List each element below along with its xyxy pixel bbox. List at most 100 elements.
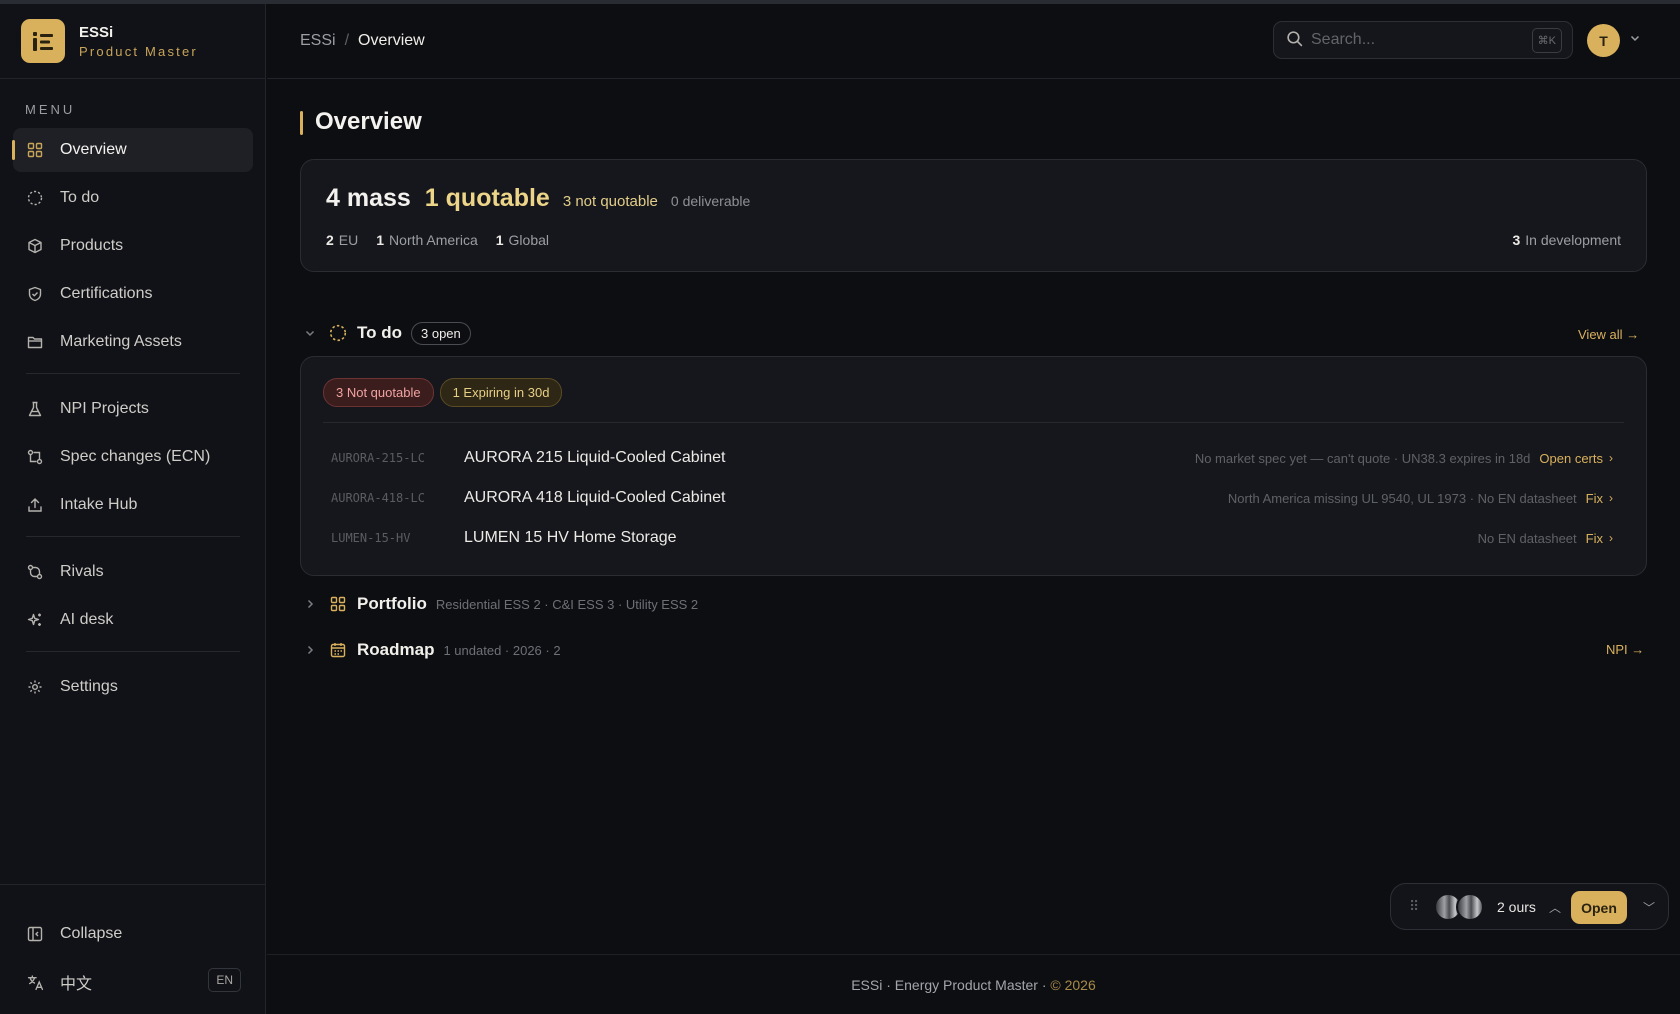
quotable-count: 1 quotable <box>424 184 550 212</box>
sidebar-item-spec-changes[interactable]: Spec changes (ECN) <box>13 435 253 479</box>
sidebar-item-settings[interactable]: Settings <box>13 665 253 709</box>
table-row[interactable]: AURORA-418-LC AURORA 418 Liquid-Cooled C… <box>301 478 1646 518</box>
product-sku: LUMEN-15-HV <box>331 531 411 545</box>
chevron-right-icon: › <box>1609 451 1613 465</box>
nav-divider <box>26 651 240 652</box>
product-name[interactable]: AURORA 215 Liquid-Cooled Cabinet <box>464 449 725 467</box>
product-sku: AURORA-215-LC <box>331 451 425 465</box>
language-switcher[interactable]: 中文 EN <box>0 958 266 1006</box>
todo-filter-tags: 3 Not quotable 1 Expiring in 30d <box>323 378 563 407</box>
fix-link[interactable]: Fix <box>1586 491 1603 506</box>
dashed-circle-icon <box>328 323 348 343</box>
sidebar-collapse-icon <box>26 925 44 943</box>
region-breakdown: 2 EU 1 North America 1 Global <box>326 232 549 248</box>
sidebar-item-rivals[interactable]: Rivals <box>13 550 253 594</box>
breadcrumb-separator: / <box>344 32 350 49</box>
breadcrumb: ESSi / Overview <box>300 32 425 50</box>
table-row[interactable]: AURORA-215-LC AURORA 215 Liquid-Cooled C… <box>301 438 1646 478</box>
region-north-america: 1 North America <box>376 232 478 248</box>
translate-icon <box>26 973 44 991</box>
breadcrumb-root[interactable]: ESSi <box>300 32 336 49</box>
drag-handle-icon[interactable]: ⠿ <box>1409 898 1419 915</box>
grid-icon <box>328 594 348 614</box>
region-global: 1 Global <box>495 232 550 248</box>
sidebar-item-products[interactable]: Products <box>13 224 253 268</box>
sidebar-item-label: Spec changes (ECN) <box>60 448 211 465</box>
product-name[interactable]: AURORA 418 Liquid-Cooled Cabinet <box>464 489 725 507</box>
language-badge[interactable]: EN <box>208 968 241 992</box>
sidebar-item-intake-hub[interactable]: Intake Hub <box>13 483 253 527</box>
git-compare-icon <box>26 448 44 466</box>
sidebar-item-label: NPI Projects <box>60 400 149 417</box>
roadmap-title: Roadmap <box>357 640 435 659</box>
folder-icon <box>26 333 44 351</box>
collapse-label: Collapse <box>60 925 123 942</box>
arrow-right-icon: → <box>1626 327 1640 342</box>
view-all-link[interactable]: View all → <box>1578 327 1639 342</box>
todo-section-header[interactable]: To do 3 open <box>300 320 471 346</box>
sidebar-item-npi-projects[interactable]: NPI Projects <box>13 387 253 431</box>
brand[interactable]: ESSi Product Master <box>0 4 265 79</box>
sidebar-item-todo[interactable]: To do <box>13 176 253 220</box>
widget-count: 2 ours <box>1497 899 1536 915</box>
portfolio-meta: Residential ESS 2 · C&I ESS 3 · Utility … <box>435 596 699 612</box>
chevron-right-icon[interactable] <box>300 644 320 656</box>
sidebar-item-label: AI desk <box>60 611 114 628</box>
sidebar-item-label: To do <box>60 189 100 206</box>
sidebar-footer: Collapse 中文 EN <box>0 884 266 1006</box>
npi-link[interactable]: NPI → <box>1606 642 1644 657</box>
divider <box>323 422 1624 423</box>
sidebar-item-label: Intake Hub <box>60 496 138 513</box>
flask-icon <box>26 400 44 418</box>
collapse-button[interactable]: Collapse <box>0 910 266 958</box>
breadcrumb-current: Overview <box>358 32 425 49</box>
open-certs-link[interactable]: Open certs <box>1539 451 1603 466</box>
nav-divider <box>26 373 240 374</box>
summary-card: 4 mass 1 quotable 3 not quotable 0 deliv… <box>300 159 1647 272</box>
fix-link[interactable]: Fix <box>1586 531 1603 546</box>
box-icon <box>26 237 44 255</box>
search-shortcut-hint: ⌘K <box>1531 28 1562 53</box>
roadmap-meta: 1 undated · 2026 · 2 <box>443 642 561 658</box>
sidebar-item-ai-desk[interactable]: AI desk <box>13 598 253 642</box>
portfolio-title: Portfolio <box>357 594 427 613</box>
user-avatar[interactable]: T <box>1587 24 1620 57</box>
search-icon <box>1286 30 1303 51</box>
widget-open-button[interactable]: Open <box>1571 891 1627 924</box>
upload-icon <box>26 496 44 514</box>
swap-icon <box>26 563 44 581</box>
top-header: ESSi / Overview ⌘K T <box>267 4 1680 79</box>
portfolio-section-header[interactable]: Portfolio Residential ESS 2 · C&I ESS 3 … <box>300 591 698 617</box>
sidebar-item-certifications[interactable]: Certifications <box>13 272 253 316</box>
expiring-tag[interactable]: 1 Expiring in 30d <box>439 378 563 407</box>
page-title: Overview <box>300 108 422 136</box>
in-development-count: 3 In development <box>1512 232 1621 248</box>
product-thumbnails <box>1434 893 1484 921</box>
chevron-up-icon[interactable]: ︿ <box>1549 899 1561 916</box>
chevron-down-icon[interactable] <box>300 327 320 339</box>
sidebar-item-overview[interactable]: Overview <box>12 128 253 172</box>
todo-card: 3 Not quotable 1 Expiring in 30d AURORA-… <box>300 356 1647 576</box>
issue-summary: No market spec yet — can't quote · UN38.… <box>1194 450 1613 466</box>
sidebar-nav: Overview To do Products Certifications M… <box>12 128 253 713</box>
search-input[interactable] <box>1311 31 1521 49</box>
product-thumbnail <box>1456 893 1484 921</box>
menu-label: MENU <box>25 102 76 117</box>
table-row[interactable]: LUMEN-15-HV LUMEN 15 HV Home Storage No … <box>301 518 1646 558</box>
region-eu: 2 EU <box>326 232 359 248</box>
footer-year: © 2026 <box>1050 977 1096 993</box>
chevron-down-icon[interactable] <box>1629 31 1641 48</box>
not-quotable-tag[interactable]: 3 Not quotable <box>323 378 434 407</box>
sidebar-item-label: Settings <box>60 678 118 695</box>
chevron-right-icon[interactable] <box>300 598 320 610</box>
arrow-right-icon: → <box>1631 642 1645 657</box>
search-box[interactable]: ⌘K <box>1273 21 1573 59</box>
product-name[interactable]: LUMEN 15 HV Home Storage <box>464 529 677 547</box>
sidebar-item-label: Marketing Assets <box>60 333 182 350</box>
roadmap-section-header[interactable]: Roadmap 1 undated · 2026 · 2 <box>300 637 561 663</box>
language-label: 中文 <box>60 976 93 993</box>
chevron-down-icon[interactable]: ﹀ <box>1643 899 1655 916</box>
brand-logo-icon <box>21 19 65 63</box>
sidebar-item-marketing-assets[interactable]: Marketing Assets <box>13 320 253 364</box>
sparkles-icon <box>26 611 44 629</box>
